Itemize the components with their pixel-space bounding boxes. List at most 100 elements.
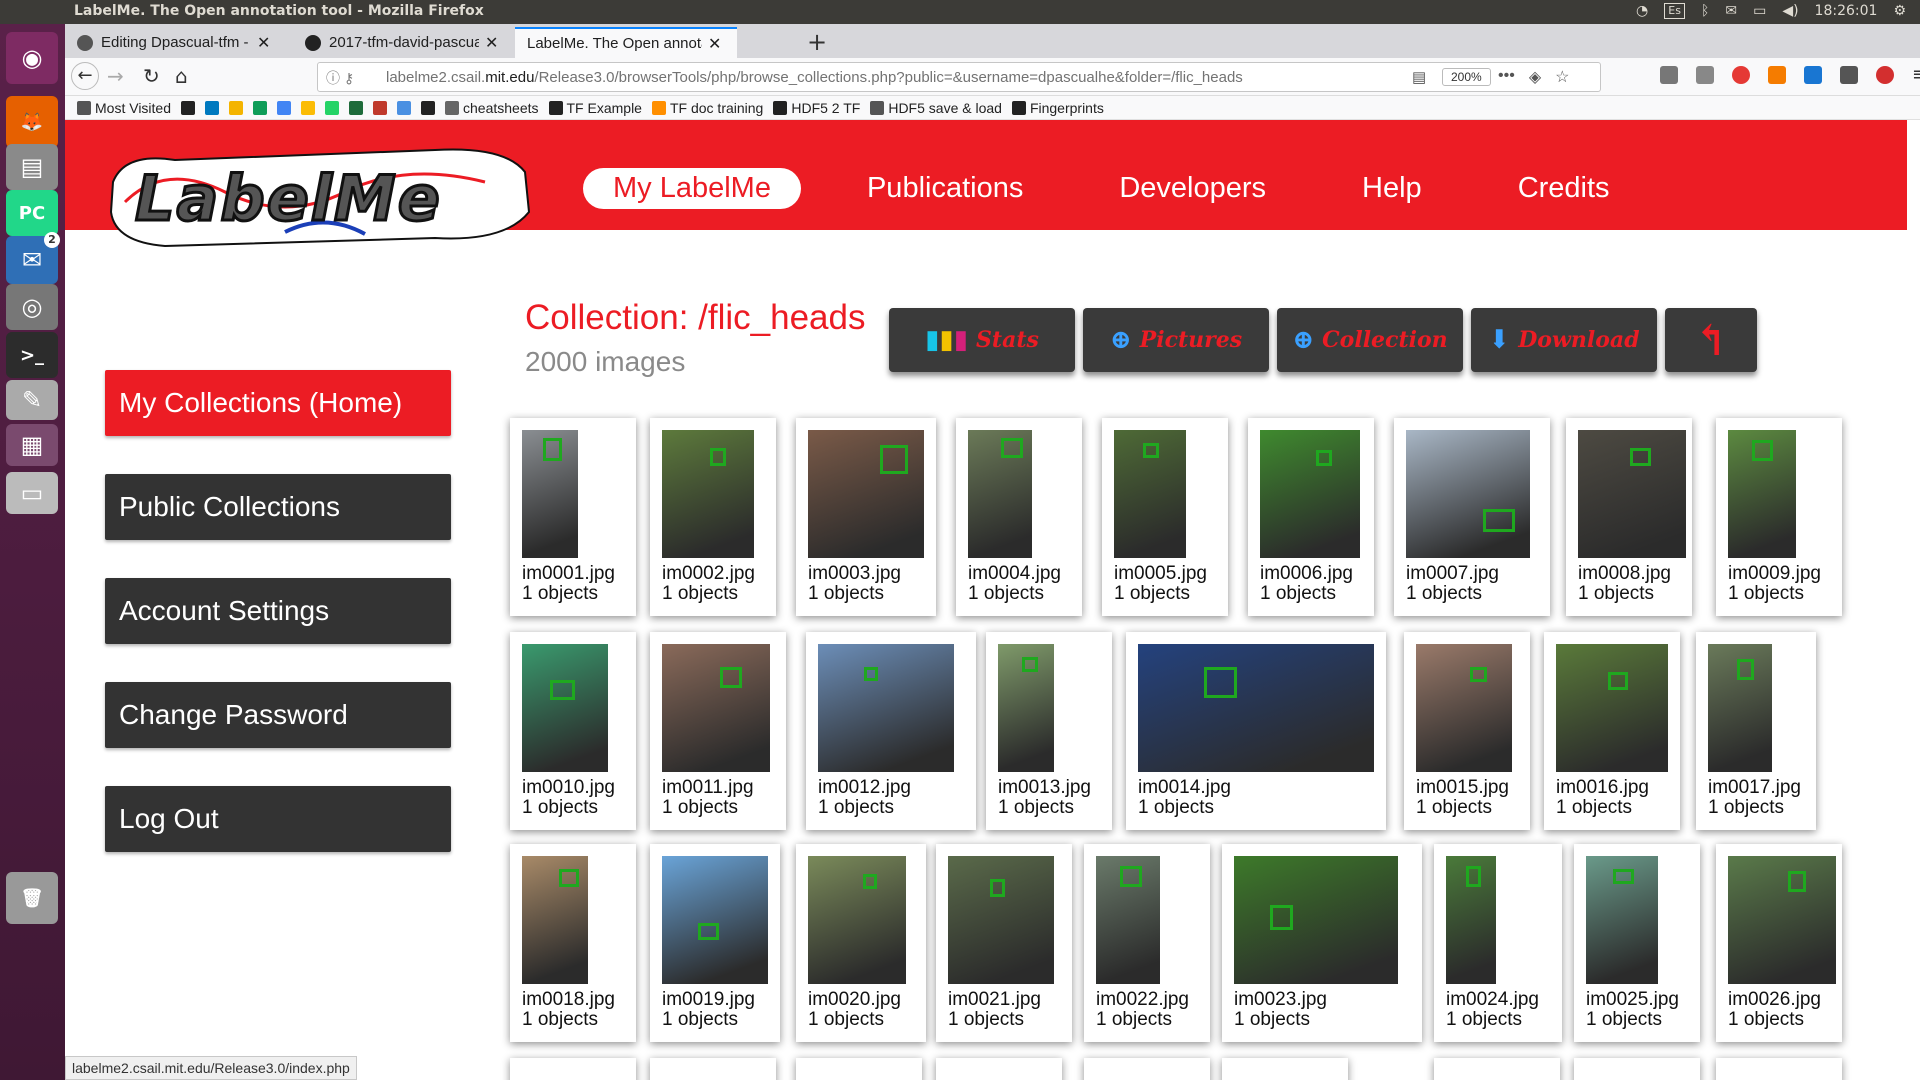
forward-button[interactable]: →: [107, 64, 124, 88]
image-filename[interactable]: im0012.jpg: [818, 778, 911, 798]
bookmark-item[interactable]: Most Visited: [77, 100, 171, 116]
sidebar-log-out[interactable]: Log Out: [105, 786, 451, 852]
close-icon[interactable]: ✕: [708, 34, 721, 54]
image-filename[interactable]: im0007.jpg: [1406, 564, 1499, 584]
image-thumbnail[interactable]: [808, 856, 906, 984]
image-card[interactable]: [936, 1058, 1062, 1080]
image-thumbnail[interactable]: [1446, 856, 1496, 984]
image-card[interactable]: im0001.jpg 1 objects: [510, 418, 636, 616]
keyboard-layout[interactable]: Es: [1664, 3, 1685, 19]
image-thumbnail[interactable]: [662, 644, 770, 772]
nav-publications[interactable]: Publications: [837, 168, 1053, 209]
image-filename[interactable]: im0018.jpg: [522, 990, 615, 1010]
workspace-switcher-icon[interactable]: ▦: [6, 424, 58, 466]
image-card[interactable]: [1434, 1058, 1560, 1080]
image-thumbnail[interactable]: [948, 856, 1054, 984]
reload-button[interactable]: ↻: [143, 64, 160, 88]
wifi-icon[interactable]: ◔: [1636, 3, 1648, 19]
image-thumbnail[interactable]: [968, 430, 1032, 558]
home-button[interactable]: ⌂: [175, 64, 188, 88]
image-card[interactable]: im0008.jpg 1 objects: [1566, 418, 1692, 616]
nav-my-labelme[interactable]: My LabelMe: [583, 168, 801, 209]
bookmark-item[interactable]: [373, 100, 387, 115]
bookmark-item[interactable]: [397, 100, 411, 115]
sidebar-public-collections[interactable]: Public Collections: [105, 474, 451, 540]
image-filename[interactable]: im0014.jpg: [1138, 778, 1231, 798]
image-card[interactable]: im0015.jpg 1 objects: [1404, 632, 1530, 830]
image-card[interactable]: im0003.jpg 1 objects: [796, 418, 936, 616]
back-button[interactable]: ←: [71, 62, 99, 90]
image-filename[interactable]: im0022.jpg: [1096, 990, 1189, 1010]
image-filename[interactable]: im0017.jpg: [1708, 778, 1801, 798]
bookmark-item[interactable]: [229, 100, 243, 115]
image-card[interactable]: im0019.jpg 1 objects: [650, 844, 780, 1042]
image-card[interactable]: im0002.jpg 1 objects: [650, 418, 776, 616]
nav-developers[interactable]: Developers: [1089, 168, 1296, 209]
image-filename[interactable]: im0009.jpg: [1728, 564, 1821, 584]
bookmark-item[interactable]: [301, 100, 315, 115]
image-thumbnail[interactable]: [1556, 644, 1668, 772]
mail-icon[interactable]: ✉: [1725, 3, 1737, 19]
tab-editing[interactable]: Editing Dpascual-tfm - j ✕: [65, 27, 289, 58]
more-actions-icon[interactable]: •••: [1498, 67, 1515, 87]
tab-github[interactable]: 2017-tfm-david-pascual ✕: [293, 27, 509, 58]
bookmark-item[interactable]: cheatsheets: [445, 100, 539, 116]
image-card[interactable]: im0026.jpg 1 objects: [1716, 844, 1842, 1042]
bookmark-item[interactable]: [205, 100, 219, 115]
image-card[interactable]: [1574, 1058, 1700, 1080]
image-filename[interactable]: im0006.jpg: [1260, 564, 1353, 584]
image-thumbnail[interactable]: [1728, 856, 1836, 984]
image-card[interactable]: im0007.jpg 1 objects: [1394, 418, 1550, 616]
image-filename[interactable]: im0015.jpg: [1416, 778, 1509, 798]
sidebar-my-collections-home[interactable]: My Collections (Home): [105, 370, 451, 436]
image-filename[interactable]: im0021.jpg: [948, 990, 1041, 1010]
menu-icon[interactable]: ≡: [1912, 66, 1920, 84]
image-thumbnail[interactable]: [662, 856, 768, 984]
zoom-level[interactable]: 200%: [1442, 68, 1491, 86]
image-filename[interactable]: im0016.jpg: [1556, 778, 1649, 798]
bookmark-item[interactable]: [325, 100, 339, 115]
extension-red-icon[interactable]: [1732, 66, 1750, 84]
trash-icon[interactable]: 🗑: [6, 872, 58, 924]
sidebar-change-password[interactable]: Change Password: [105, 682, 451, 748]
image-card[interactable]: [1084, 1058, 1210, 1080]
labelme-logo[interactable]: LabelMe: [105, 142, 535, 252]
bookmark-item[interactable]: [349, 100, 363, 115]
new-tab-button[interactable]: +: [807, 28, 827, 56]
library-icon[interactable]: [1660, 66, 1678, 84]
bookmark-item[interactable]: TF doc training: [651, 100, 763, 116]
image-card[interactable]: [510, 1058, 636, 1080]
volume-icon[interactable]: ◀): [1782, 3, 1798, 19]
image-card[interactable]: im0013.jpg 1 objects: [986, 632, 1112, 830]
image-thumbnail[interactable]: [998, 644, 1054, 772]
thunderbird-icon[interactable]: ✉ 2: [6, 232, 60, 284]
image-thumbnail[interactable]: [1096, 856, 1160, 984]
image-card[interactable]: [650, 1058, 776, 1080]
image-filename[interactable]: im0004.jpg: [968, 564, 1061, 584]
image-thumbnail[interactable]: [1416, 644, 1512, 772]
bookmark-star-icon[interactable]: ☆: [1555, 67, 1569, 87]
firefox-icon[interactable]: 🦊: [6, 96, 58, 148]
pycharm-icon[interactable]: PC: [6, 190, 58, 236]
clock[interactable]: 18:26:01: [1815, 3, 1878, 19]
nav-help[interactable]: Help: [1332, 168, 1452, 209]
image-thumbnail[interactable]: [808, 430, 924, 558]
site-info-icon[interactable]: ⓘ ⚷: [326, 68, 354, 88]
image-filename[interactable]: im0013.jpg: [998, 778, 1091, 798]
image-card[interactable]: im0018.jpg 1 objects: [510, 844, 636, 1042]
bookmark-item[interactable]: TF Example: [548, 100, 642, 116]
url-text[interactable]: labelme2.csail.mit.edu/Release3.0/browse…: [386, 69, 1243, 86]
ubuntu-dash-icon[interactable]: ◉: [6, 32, 58, 84]
download-button[interactable]: ⬇ Download: [1471, 308, 1657, 372]
image-filename[interactable]: im0019.jpg: [662, 990, 755, 1010]
image-card[interactable]: im0025.jpg 1 objects: [1574, 844, 1700, 1042]
bookmark-item[interactable]: HDF5 save & load: [870, 100, 1002, 116]
power-gear-icon[interactable]: ⚙: [1893, 3, 1906, 19]
image-card[interactable]: im0004.jpg 1 objects: [956, 418, 1082, 616]
image-filename[interactable]: im0024.jpg: [1446, 990, 1539, 1010]
image-filename[interactable]: im0026.jpg: [1728, 990, 1821, 1010]
text-editor-icon[interactable]: ✎: [6, 380, 58, 420]
sidebar-account-settings[interactable]: Account Settings: [105, 578, 451, 644]
image-filename[interactable]: im0008.jpg: [1578, 564, 1671, 584]
collection-button[interactable]: ⊕ Collection: [1277, 308, 1463, 372]
